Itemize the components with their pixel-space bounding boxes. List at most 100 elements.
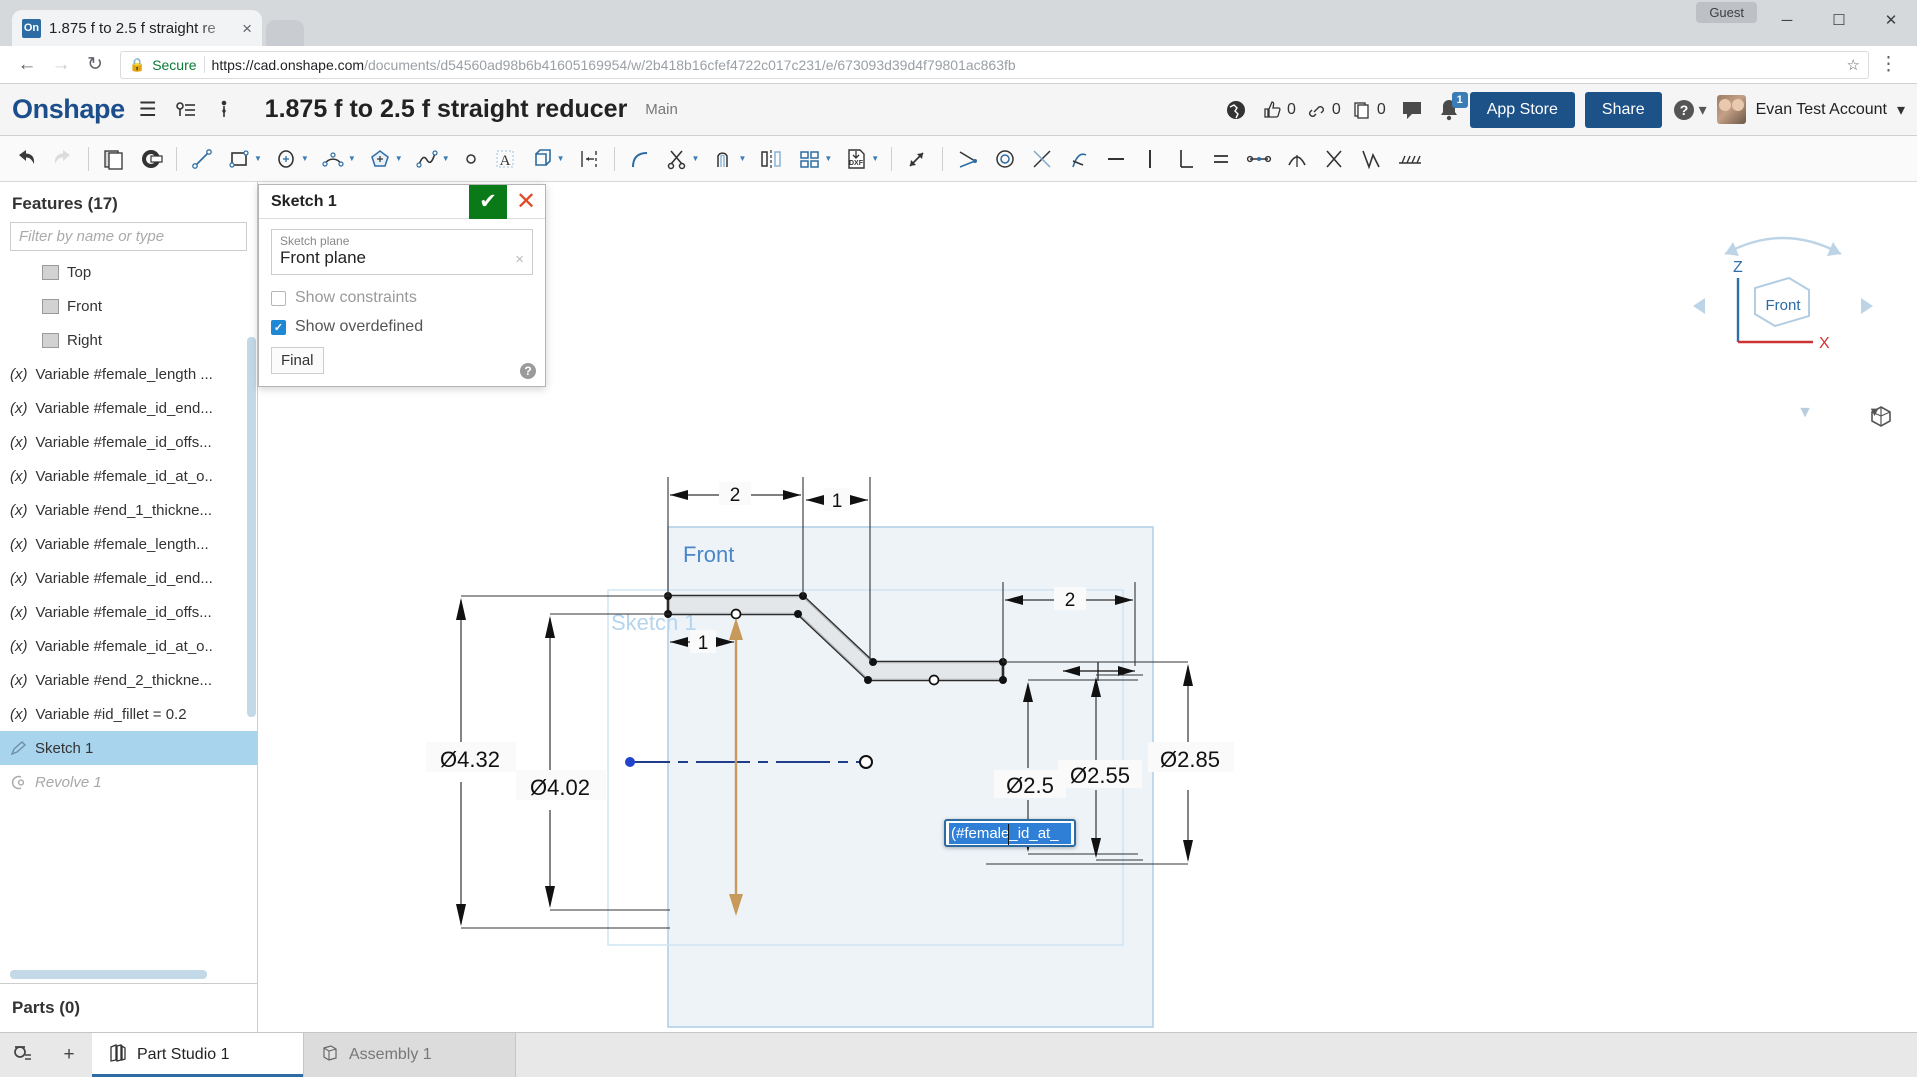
help-menu[interactable]: ? ▾ <box>1672 98 1707 122</box>
cancel-button[interactable]: ✕ <box>507 185 545 219</box>
sketch-midpoint[interactable] <box>928 674 940 686</box>
constraint-coincident-icon[interactable] <box>950 141 986 177</box>
fillet-icon[interactable] <box>622 141 658 177</box>
onshape-logo[interactable]: Onshape <box>12 94 125 125</box>
tab-part-studio-1[interactable]: Part Studio 1 <box>92 1033 304 1077</box>
feature-row-top[interactable]: Top <box>0 255 257 289</box>
back-icon[interactable]: ← <box>12 50 42 80</box>
accept-button[interactable]: ✔ <box>469 184 507 219</box>
feature-row-variable-female-id-end[interactable]: (x) Variable #female_id_end... <box>0 391 257 425</box>
tab-search-icon[interactable] <box>0 1033 46 1077</box>
help-icon[interactable]: ? <box>520 363 536 379</box>
chevron-down-icon[interactable]: ▼ <box>557 154 565 163</box>
maximize-icon[interactable]: ☐ <box>1813 0 1865 40</box>
tab-assembly-1[interactable]: Assembly 1 <box>304 1033 516 1077</box>
sketch-point[interactable] <box>864 676 872 684</box>
chevron-down-icon[interactable]: ▼ <box>348 154 356 163</box>
sketch-midpoint[interactable] <box>730 608 742 620</box>
clear-icon[interactable]: × <box>515 251 524 268</box>
chevron-down-icon[interactable]: ▼ <box>301 154 309 163</box>
bookmark-star-icon[interactable]: ☆ <box>1847 56 1860 74</box>
chevron-down-icon[interactable]: ▼ <box>395 154 403 163</box>
app-store-button[interactable]: App Store <box>1469 91 1575 128</box>
chevron-down-icon[interactable]: ▼ <box>738 154 746 163</box>
view-down-arrow-icon[interactable]: ▼ <box>1797 404 1813 422</box>
mirror-icon[interactable] <box>752 141 790 177</box>
undo-icon[interactable] <box>8 141 44 177</box>
copies-metric[interactable]: 0 <box>1351 99 1386 120</box>
sidebar-vertical-scrollbar[interactable] <box>247 337 256 717</box>
sketch-point[interactable] <box>794 610 802 618</box>
account-name[interactable]: Evan Test Account <box>1756 101 1887 119</box>
pan-left-icon[interactable] <box>1693 298 1705 314</box>
shaded-view-icon[interactable] <box>1868 404 1894 428</box>
copy-icon[interactable] <box>96 141 132 177</box>
polygon-icon[interactable]: ▼ <box>362 141 408 177</box>
circle-icon[interactable]: ▼ <box>268 141 314 177</box>
feature-row-variable-female-length[interactable]: (x) Variable #female_length ... <box>0 357 257 391</box>
constraint-vertical-icon[interactable] <box>1135 141 1165 177</box>
address-bar[interactable]: 🔒 Secure https://cad.onshape.com/documen… <box>120 50 1869 79</box>
offset-icon[interactable]: ▼ <box>705 141 751 177</box>
version-graph-icon[interactable] <box>171 100 201 120</box>
trim-icon[interactable]: ▼ <box>659 141 705 177</box>
feature-row-sketch-1[interactable]: Sketch 1 <box>0 731 257 765</box>
show-constraints-checkbox[interactable] <box>271 290 286 306</box>
comment-icon[interactable] <box>1396 99 1428 121</box>
add-tab-icon[interactable]: + <box>46 1033 92 1077</box>
arc-icon[interactable]: ▼ <box>315 141 361 177</box>
constraint-equal-icon[interactable] <box>1203 141 1239 177</box>
notifications-button[interactable]: 1 <box>1438 91 1468 122</box>
forward-icon[interactable]: → <box>46 50 76 80</box>
rectangle-icon[interactable]: ▼ <box>221 141 267 177</box>
feature-row-variable-end-1-thickne[interactable]: (x) Variable #end_1_thickne... <box>0 493 257 527</box>
constraint-perpendicular-icon[interactable] <box>1166 141 1202 177</box>
feature-row-variable-end-2-thickne[interactable]: (x) Variable #end_2_thickne... <box>0 663 257 697</box>
constraint-concentric-icon[interactable] <box>987 141 1023 177</box>
spline-icon[interactable]: ▼ <box>409 141 455 177</box>
construction-icon[interactable] <box>1390 141 1430 177</box>
likes-metric[interactable]: 0 <box>1261 99 1296 120</box>
show-overdefined-checkbox[interactable]: ✓ <box>271 319 286 335</box>
sidebar-horizontal-scrollbar[interactable] <box>10 970 207 979</box>
chevron-down-icon[interactable]: ▼ <box>692 154 700 163</box>
constraint-curvature-icon[interactable] <box>1279 141 1315 177</box>
minimize-icon[interactable]: ─ <box>1761 0 1813 40</box>
chevron-down-icon[interactable]: ▼ <box>871 154 879 163</box>
constraint-midpoint-icon[interactable] <box>1240 141 1278 177</box>
line-icon[interactable] <box>184 141 220 177</box>
avatar[interactable] <box>1716 95 1746 124</box>
use-project-icon[interactable]: ▼ <box>524 141 570 177</box>
chevron-down-icon[interactable]: ▼ <box>824 154 832 163</box>
show-constraints-row[interactable]: Show constraints <box>271 289 533 307</box>
dimension-icon[interactable] <box>571 141 607 177</box>
chevron-down-icon[interactable]: ▼ <box>442 154 450 163</box>
constraint-parallel-icon[interactable] <box>1061 141 1097 177</box>
feature-row-variable-female-id-at-o[interactable]: (x) Variable #female_id_at_o.. <box>0 629 257 663</box>
dimension-edit-input[interactable]: (#female_id_at_ <box>944 819 1076 847</box>
show-overdefined-row[interactable]: ✓ Show overdefined <box>271 318 533 336</box>
window-close-icon[interactable]: ✕ <box>1865 0 1917 40</box>
point-icon[interactable] <box>456 141 486 177</box>
pattern-icon[interactable]: ▼ <box>791 141 837 177</box>
branch-merge-icon[interactable] <box>211 100 237 120</box>
view-cube-svg[interactable]: Z X Front <box>1683 210 1883 390</box>
chevron-down-icon[interactable]: ▼ <box>254 154 262 163</box>
feature-row-variable-female-id-end[interactable]: (x) Variable #female_id_end... <box>0 561 257 595</box>
feature-row-variable-female-length[interactable]: (x) Variable #female_length... <box>0 527 257 561</box>
text-icon[interactable]: A <box>487 141 523 177</box>
rotate-arc-icon[interactable] <box>1724 236 1842 256</box>
sketch-solid-icon[interactable] <box>133 141 169 177</box>
redo-icon[interactable] <box>45 141 81 177</box>
feature-row-variable-female-id-at-o[interactable]: (x) Variable #female_id_at_o.. <box>0 459 257 493</box>
guest-profile-badge[interactable]: Guest <box>1696 2 1757 23</box>
feature-row-variable-female-id-offs[interactable]: (x) Variable #female_id_offs... <box>0 595 257 629</box>
feature-row-variable-female-id-offs[interactable]: (x) Variable #female_id_offs... <box>0 425 257 459</box>
new-tab-button[interactable] <box>266 20 304 46</box>
feature-row-right[interactable]: Right <box>0 323 257 357</box>
browser-menu-icon[interactable]: ⋮ <box>1873 53 1905 76</box>
constraint-symmetric-icon[interactable] <box>1316 141 1352 177</box>
display-options[interactable]: ▼ <box>1868 404 1891 427</box>
reload-icon[interactable]: ↻ <box>80 50 110 80</box>
feature-filter-input[interactable]: Filter by name or type <box>10 222 247 251</box>
